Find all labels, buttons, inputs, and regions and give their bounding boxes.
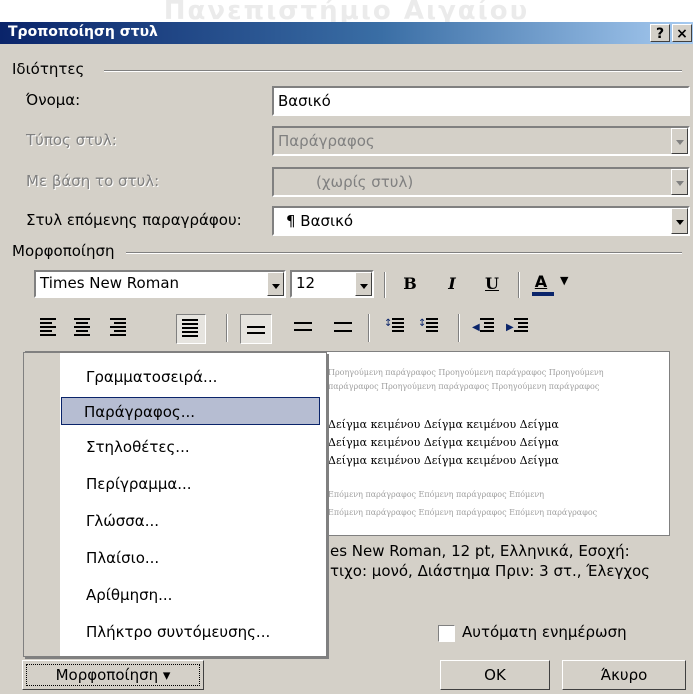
preview-sample-line: Δείγμα κειμένου Δείγμα κειμένου Δείγμα: [328, 418, 559, 431]
color-swatch: [532, 292, 554, 296]
ok-button[interactable]: OK: [440, 660, 550, 690]
next-style-select[interactable]: ¶ Βασικό: [272, 206, 690, 236]
auto-update-checkbox[interactable]: [438, 625, 455, 642]
toolbar-separator: [384, 272, 386, 298]
next-style-value: ¶ Βασικό: [286, 212, 354, 230]
style-description-line: es New Roman, 12 pt, Ελληνικά, Εσοχή:: [330, 542, 630, 560]
increase-indent-icon[interactable]: ▶: [506, 318, 528, 340]
toolbar-separator: [226, 314, 228, 342]
format-menu-button[interactable]: Μορφοποίηση ▾: [22, 660, 204, 690]
justify-icon: [182, 319, 204, 341]
chevron-down-icon: [671, 128, 688, 154]
bold-button[interactable]: B: [398, 274, 422, 293]
underline-button[interactable]: U: [480, 274, 504, 293]
font-size-value: 12: [296, 274, 316, 292]
formatting-group-label: Μορφοποίηση: [12, 242, 115, 260]
menu-item-shortcut-key[interactable]: Πλήκτρο συντόμευσης...: [64, 618, 320, 646]
decrease-indent-icon[interactable]: ◀: [472, 318, 494, 340]
menu-icon-strip: [24, 353, 60, 656]
name-input[interactable]: Βασικό: [272, 86, 690, 116]
single-spacing-icon: [247, 326, 265, 328]
double-spacing-icon[interactable]: [334, 320, 356, 334]
font-size-select[interactable]: 12: [290, 270, 374, 298]
based-on-label: Με βάση το στυλ:: [26, 172, 160, 190]
menu-item-paragraph[interactable]: Παράγραφος...: [61, 397, 320, 425]
italic-button[interactable]: I: [440, 274, 464, 293]
font-value: Times New Roman: [40, 274, 180, 292]
preview-sample-line: Δείγμα κειμένου Δείγμα κειμένου Δείγμα: [328, 454, 559, 467]
align-center-icon[interactable]: [72, 318, 94, 340]
format-dropdown-menu: Γραμματοσειρά... Παράγραφος... Στηλοθέτε…: [23, 352, 327, 657]
chevron-down-icon: ▼: [560, 274, 569, 287]
based-on-select: (χωρίς στυλ): [272, 167, 690, 197]
cancel-button[interactable]: Άκυρο: [562, 660, 686, 690]
preview-previous-line: Προηγούμενη παράγραφος Προηγούμενη παράγ…: [328, 368, 604, 377]
font-color-button[interactable]: A ▼: [530, 270, 584, 298]
auto-update-label: Αυτόματη ενημέρωση: [462, 623, 627, 641]
formatting-divider: [126, 252, 682, 254]
font-select[interactable]: Times New Roman: [34, 270, 286, 298]
preview-next-line: Επόμενη παράγραφος Επόμενη παράγραφος Επ…: [328, 508, 598, 517]
menu-item-language[interactable]: Γλώσσα...: [64, 507, 320, 535]
menu-item-tabs[interactable]: Στηλοθέτες...: [64, 433, 320, 461]
justify-button[interactable]: [176, 314, 206, 344]
single-spacing-button[interactable]: [240, 314, 272, 344]
modify-style-dialog: Πανεπιστήμιο Αιγαίου Τροποποίηση στυλ ? …: [0, 0, 693, 694]
close-button[interactable]: ×: [672, 24, 692, 42]
space-before-decrease-icon[interactable]: ↕: [418, 318, 440, 340]
toolbar-separator: [518, 272, 520, 298]
menu-item-border[interactable]: Περίγραμμα...: [64, 470, 320, 498]
style-type-label: Τύπος στυλ:: [26, 131, 117, 149]
toolbar-separator: [458, 314, 460, 342]
menu-item-font[interactable]: Γραμματοσειρά...: [64, 363, 320, 391]
chevron-down-icon[interactable]: [671, 208, 688, 234]
align-left-icon[interactable]: [40, 318, 62, 340]
style-description-line: τιχο: μονό, Διάστημα Πριν: 3 στ., Έλεγχο…: [330, 562, 650, 580]
style-type-value: Παράγραφος: [278, 132, 375, 150]
properties-group-label: Ιδιότητες: [12, 60, 85, 78]
based-on-value: (χωρίς στυλ): [316, 173, 414, 191]
properties-divider: [104, 70, 682, 72]
next-style-label: Στυλ επόμενης παραγράφου:: [26, 211, 242, 229]
chevron-down-icon: [671, 169, 688, 195]
style-description: es New Roman, 12 pt, Ελληνικά, Εσοχή: τι…: [330, 541, 650, 581]
one-half-spacing-icon[interactable]: [294, 320, 316, 334]
preview-next-line: Επόμενη παράγραφος Επόμενη παράγραφος Επ…: [328, 490, 545, 499]
menu-item-frame[interactable]: Πλαίσιο...: [64, 544, 320, 572]
chevron-down-icon[interactable]: [355, 272, 372, 296]
font-color-icon: A: [534, 272, 548, 291]
space-before-increase-icon[interactable]: ↕: [384, 318, 406, 340]
help-button[interactable]: ?: [650, 24, 670, 42]
name-label: Όνομα:: [26, 91, 81, 109]
dialog-title: Τροποποίηση στυλ: [8, 24, 158, 40]
preview-sample-line: Δείγμα κειμένου Δείγμα κειμένου Δείγμα: [328, 436, 559, 449]
style-type-select: Παράγραφος: [272, 126, 690, 156]
preview-previous-line: παράγραφος Προηγούμενη παράγραφος Προηγο…: [328, 382, 600, 391]
chevron-down-icon[interactable]: [267, 272, 284, 296]
menu-item-numbering[interactable]: Αρίθμηση...: [64, 581, 320, 609]
align-right-icon[interactable]: [106, 318, 128, 340]
toolbar-separator: [368, 314, 370, 342]
title-bar[interactable]: Τροποποίηση στυλ ? ×: [0, 22, 693, 44]
watermark-text: Πανεπιστήμιο Αιγαίου: [0, 0, 693, 22]
